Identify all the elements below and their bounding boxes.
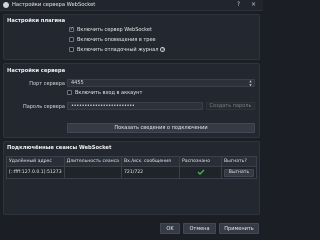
ok-button[interactable]: OK [160, 223, 180, 234]
enable-server-label: Включить сервер WebSocket [77, 27, 152, 33]
session-address: [::ffff:127.0.0.1]:51273 [6, 166, 65, 179]
plugin-settings-group: Настройки плагина ✓ Включить сервер WebSo… [3, 14, 260, 60]
session-kick-cell: Выгнать [221, 166, 257, 179]
session-messages: 721/722 [121, 166, 180, 179]
cancel-button[interactable]: Отмена [183, 223, 216, 234]
kick-button[interactable]: Выгнать [224, 168, 254, 177]
plugin-settings-title: Настройки плагина [7, 18, 66, 24]
server-settings-title: Настройки сервера [7, 68, 66, 74]
password-field[interactable]: •••••••••••••••••••••••• [67, 102, 203, 110]
tray-alerts-label: Включить оповещения в трее [77, 37, 156, 43]
session-duration [63, 166, 123, 179]
auth-checkbox[interactable] [67, 90, 72, 95]
apply-button[interactable]: Применить [219, 223, 259, 234]
auth-row[interactable]: Включить вход в аккаунт [67, 90, 142, 97]
generate-password-button[interactable]: Создать пароль [206, 102, 255, 110]
check-icon [197, 169, 204, 175]
column-header-address[interactable]: Удалённый адрес [6, 156, 65, 167]
password-label: Пароль сервера [22, 104, 65, 110]
column-header-kick[interactable]: Выгнать? [221, 156, 257, 167]
port-value: 4455 [71, 80, 84, 86]
debug-log-row[interactable]: Включить отладочный журнал? [69, 47, 166, 54]
help-icon[interactable]: ? [234, 1, 243, 9]
window-titlebar: Настройки сервера WebSocket ? × [0, 0, 263, 11]
sessions-header-row: Удалённый адрес Длительность сеанса Вх./… [6, 156, 257, 167]
debug-log-checkbox[interactable] [69, 47, 74, 52]
window-title: Настройки сервера WebSocket [12, 2, 96, 8]
port-spinbox[interactable]: 4455 ▲ ▼ [67, 79, 255, 87]
session-identified [179, 166, 222, 179]
tray-alerts-checkbox[interactable] [69, 37, 74, 42]
close-icon[interactable]: × [249, 1, 258, 9]
enable-server-row[interactable]: ✓ Включить сервер WebSocket [69, 27, 152, 34]
column-header-messages[interactable]: Вх./исх. сообщения [121, 156, 180, 167]
show-connect-info-button[interactable]: Показать сведения о подключении [67, 123, 255, 133]
obs-app-icon [3, 2, 9, 8]
tray-alerts-row[interactable]: Включить оповещения в трее [69, 37, 156, 44]
spin-arrows-icon[interactable]: ▲ ▼ [248, 79, 253, 88]
port-label: Порт сервера [29, 81, 65, 87]
sessions-table: Удалённый адрес Длительность сеанса Вх./… [6, 156, 257, 179]
column-header-identified[interactable]: Распознано [179, 156, 222, 167]
table-row: [::ffff:127.0.0.1]:51273 721/722 Выгнать [6, 166, 257, 179]
debug-log-label: Включить отладочный журнал [77, 47, 159, 53]
enable-server-checkbox[interactable]: ✓ [69, 27, 74, 32]
column-header-duration[interactable]: Длительность сеанса [63, 156, 123, 167]
question-icon[interactable]: ? [160, 47, 166, 52]
auth-label: Включить вход в аккаунт [75, 90, 143, 96]
sessions-title: Подключённые сеансы WebSocket [7, 145, 112, 151]
server-settings-group: Настройки сервера Порт сервера 4455 ▲ ▼ В… [3, 63, 260, 138]
